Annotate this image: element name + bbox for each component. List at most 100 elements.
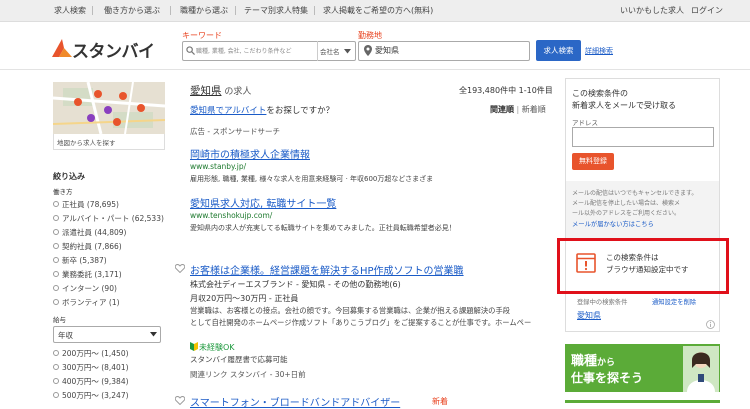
beginner-mark-icon [190,342,198,351]
employment-option[interactable]: インターン (90) [62,283,117,294]
radio-button[interactable] [53,392,59,398]
banner-text: から [597,358,616,368]
ad-title[interactable]: 岡崎市の積極求人企業情報 [190,146,310,161]
nav-item-by-occupation[interactable]: 職種から選ぶ [180,5,228,16]
radio-button[interactable] [53,215,59,221]
delete-notification-link[interactable]: 通知設定を削除 [652,297,696,306]
job-salary: 月収20万円～30万円 - 正社員 [190,294,299,303]
banner-heading: 職種から [571,350,615,369]
alert-note: ール以外のアドレスをご利用ください。 [572,210,681,217]
alert-note: メール配信を停止したい場合は、検索メ [572,200,681,207]
employment-option[interactable]: ボランティア (1) [62,297,120,308]
radio-button[interactable] [53,378,59,384]
results-heading: 愛知県 の求人 [190,83,251,98]
sort-options: 関連順 | 新着順 [490,104,546,115]
notify-text: ブラウザ通知設定中です [606,265,689,274]
nav-item-saved-jobs[interactable]: いいかもした求人 [620,5,684,16]
ad-label: 広告 - スポンサードサーチ [190,127,280,136]
banner-text: 仕事を探そう [571,371,644,385]
radio-button[interactable] [53,271,59,277]
radio-button[interactable] [53,257,59,263]
radio-button[interactable] [53,364,59,370]
job-desc-line: 営業職は、お客様との接点。会社の顔です。今回募集する営業職は、企業が抱える課題解… [190,306,511,315]
saved-search-value[interactable]: 愛知県 [577,310,601,321]
nav-item-job-search[interactable]: 求人検索 [54,5,86,16]
new-badge: 新着 [432,397,448,406]
job-company: 株式会社ディーエスブランド - 愛知県 - その他の勤務地(6) [190,280,401,289]
employment-option[interactable]: 業務委託 (3,171) [62,269,122,280]
sort-relevance[interactable]: 関連順 [490,105,514,114]
location-pin-icon [364,45,372,56]
detail-search-link[interactable]: 詳細検索 [585,46,613,56]
suggestion-link[interactable]: 愛知県でアルバイト [190,106,266,116]
ad-url[interactable]: www.tenshokujp.com/ [190,211,272,220]
suggestion: 愛知県でアルバイトをお探しですか？ [190,104,334,116]
location-label: 勤務地 [358,31,382,40]
logo-mark-icon[interactable] [52,39,72,57]
employment-label: 働き方 [53,188,73,196]
top-nav: 求人検索 働き方から選ぶ 職種から選ぶ テーマ別求人特集 求人掲載をご希望の方へ… [0,0,750,22]
salary-option[interactable]: 500万円～ (3,247) [62,390,129,401]
salary-option[interactable]: 400万円～ (9,384) [62,376,129,387]
nav-item-by-workstyle[interactable]: 働き方から選ぶ [104,5,160,16]
radio-button[interactable] [53,299,59,305]
banner-text: 職種 [571,354,598,369]
keyword-label: キーワード [182,31,222,40]
salary-option[interactable]: 200万円～ (1,450) [62,348,129,359]
address-label: アドレス [572,119,598,127]
filter-title: 絞り込み [53,172,85,181]
heading-suffix: の求人 [221,87,252,97]
nav-divider [92,6,93,15]
nav-divider [235,6,236,15]
sort-divider: | [514,105,522,114]
register-button[interactable]: 無料登録 [572,153,614,170]
company-select[interactable]: 会社名 [320,46,340,56]
related-links[interactable]: 関連リンク スタンバイ - 30+日前 [190,369,306,380]
nav-item-for-employers[interactable]: 求人掲載をご希望の方へ(無料) [323,5,433,16]
occupation-banner[interactable]: 職種から 仕事を探そう [565,344,720,392]
keyword-placeholder: 職種, 業種, 会社, こだわり条件など [196,48,292,55]
heart-icon[interactable] [175,396,185,405]
nav-item-theme-features[interactable]: テーマ別求人特集 [244,5,308,16]
map-caption[interactable]: 地図から求人を探す [53,134,165,150]
browser-alert-icon [576,253,596,273]
alert-note: メールの配信はいつでもキャンセルできます。 [572,190,698,197]
info-icon[interactable] [706,320,715,329]
woman-illustration-icon [683,346,719,392]
employment-option[interactable]: 派遣社員 (44,809) [62,227,126,238]
heart-icon[interactable] [175,264,185,273]
sort-new[interactable]: 新着順 [522,105,546,114]
radio-button[interactable] [53,229,59,235]
salary-label: 給与 [53,316,66,324]
mail-help-link[interactable]: メールが届かない方はこちら [572,219,654,228]
employment-option[interactable]: 正社員 (78,695) [62,199,119,210]
employment-option[interactable]: 契約社員 (7,866) [62,241,122,252]
chevron-down-icon [150,332,157,337]
map-image [53,82,165,134]
ad-title[interactable]: 愛知県求人対応, 転職サイト一覧 [190,195,336,210]
logo-text[interactable]: スタンバイ [72,37,155,62]
radio-button[interactable] [53,243,59,249]
radio-button[interactable] [53,285,59,291]
nav-divider [170,6,171,15]
nav-item-login[interactable]: ログイン [691,5,723,16]
chevron-down-icon [344,49,351,54]
map-thumbnail[interactable] [53,82,165,134]
heading-place[interactable]: 愛知県 [190,85,222,97]
employment-option[interactable]: アルバイト・パート (62,533) [62,213,164,224]
job-title[interactable]: お客様は企業様。経営課題を解決するHP作成ソフトの営業職 [190,262,464,277]
search-icon [186,46,195,55]
ad-url[interactable]: www.stanby.jp/ [190,162,246,171]
salary-option[interactable]: 300万円～ (8,401) [62,362,129,373]
result-count: 全193,480件中 1-10件目 [459,86,553,95]
alert-title-line: この検索条件の [572,89,628,98]
employment-option[interactable]: 新卒 (5,387) [62,255,107,266]
radio-button[interactable] [53,350,59,356]
search-button[interactable]: 求人検索 [536,40,581,61]
salary-select-value: 年収 [58,331,73,340]
job-title[interactable]: スマートフォン・ブロードバンドアドバイザー [190,394,400,409]
notify-text: この検索条件は [606,253,659,262]
email-field[interactable] [572,127,714,147]
radio-button[interactable] [53,201,59,207]
ad-desc: 愛知県内の求人が充実してる転職サイトを集めてみました。正社員転職希望者必見！ [190,224,456,232]
